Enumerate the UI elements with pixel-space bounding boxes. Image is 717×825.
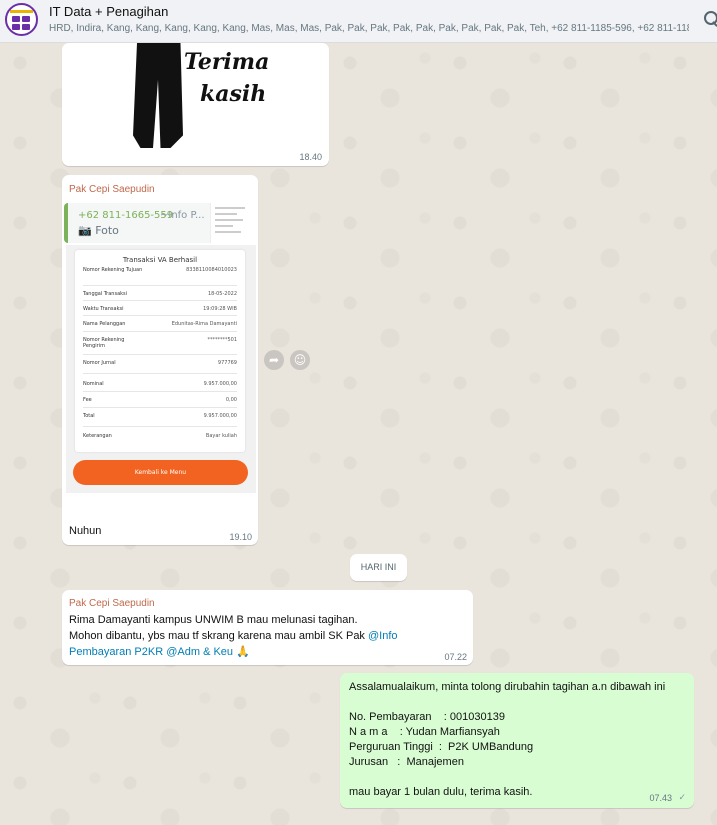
receipt-label: Fee — [83, 397, 92, 403]
receipt-value: 18-05-2022 — [207, 291, 237, 297]
mention-link[interactable]: @Info — [368, 630, 398, 642]
receipt-value: 9.957.000,00 — [203, 413, 237, 419]
receipt-image[interactable]: Transaksi VA Berhasil Nomor Rekening Tuj… — [66, 245, 256, 493]
receipt-value: 19:09:28 WIB — [203, 306, 237, 312]
receipt-label: Keterangan — [83, 433, 112, 439]
message-time: 18.40 — [299, 152, 322, 162]
message-line: Rima Damayanti kampus UNWIM B mau meluna… — [69, 614, 358, 626]
sticker-text: kasih — [200, 81, 267, 107]
message-line: mau bayar 1 bulan dulu, terima kasih. — [349, 786, 533, 798]
receipt-title: Transaksi VA Berhasil — [122, 256, 198, 264]
sender-name[interactable]: Pak Cepi Saepudin — [69, 598, 155, 609]
thumb-line — [215, 225, 233, 227]
mention-link[interactable]: @Adm & Keu — [166, 646, 233, 658]
message-line: Pembayaran P2KR @Adm & Keu 🙏 — [69, 644, 250, 660]
chat-header[interactable]: IT Data + Penagihan HRD, Indira, Kang, K… — [0, 0, 717, 43]
receipt-divider — [83, 331, 237, 332]
sent-check-icon: ✓ — [678, 792, 686, 802]
receipt-divider — [83, 373, 237, 374]
outgoing-message[interactable]: Assalamualaikum, minta tolong dirubahin … — [340, 673, 694, 808]
message-line: No. Pembayaran : 001030139 — [349, 711, 505, 723]
receipt-value: 977769 — [217, 360, 237, 366]
receipt-value: Bayar kuliah — [205, 433, 237, 439]
avatar-cell — [12, 24, 20, 30]
message-time: 19.10 — [229, 532, 252, 542]
receipt-value: ********501 — [207, 337, 237, 343]
quote-sender-name: ~Info P... — [160, 210, 205, 221]
receipt-card: Transaksi VA Berhasil Nomor Rekening Tuj… — [75, 250, 245, 452]
receipt-divider — [83, 391, 237, 392]
message-caption: Nuhun — [69, 525, 102, 537]
receipt-label: Nomor Rekening Pengirim — [83, 337, 125, 349]
quote-label: 📷 Foto — [78, 224, 119, 237]
receipt-divider — [83, 407, 237, 408]
receipt-label: Nama Pelanggan — [83, 321, 126, 327]
group-avatar[interactable] — [5, 3, 38, 36]
message-time: 07.22 — [444, 652, 467, 662]
incoming-message[interactable]: Pak Cepi Saepudin Rima Damayanti kampus … — [62, 590, 473, 665]
avatar-cell — [22, 24, 30, 30]
avatar-band — [10, 10, 33, 13]
receipt-divider — [83, 300, 237, 301]
receipt-label: Tanggal Transaksi — [83, 291, 128, 297]
receipt-label: Waktu Transaksi — [83, 306, 124, 312]
thumb-line — [215, 219, 243, 221]
avatar-cell — [22, 16, 30, 22]
receipt-label: Nomor Rekening Tujuan — [83, 267, 143, 273]
thumb-line — [215, 213, 237, 215]
pray-emoji: 🙏 — [236, 646, 250, 658]
message-time: 07.43 — [649, 793, 672, 803]
receipt-label: Total — [83, 413, 95, 419]
group-members[interactable]: HRD, Indira, Kang, Kang, Kang, Kang, Kan… — [49, 23, 689, 34]
quote-thumbnail — [210, 203, 256, 243]
group-title[interactable]: IT Data + Penagihan — [49, 4, 168, 19]
thumb-line — [215, 231, 241, 233]
quote-sender: +62 811-1665-559 — [78, 210, 174, 221]
receipt-divider — [83, 315, 237, 316]
emoji-icon[interactable]: ☺ — [290, 350, 310, 370]
receipt-divider — [83, 426, 237, 427]
receipt-value: 0,00 — [225, 397, 237, 403]
message-line: N a m a : Yudan Marfiansyah — [349, 726, 500, 738]
message-line: Perguruan Tinggi : P2K UMBandung — [349, 741, 534, 753]
message-line: Mohon dibantu, ybs mau tf skrang karena … — [69, 628, 398, 644]
receipt-label: Nomor Jurnal — [83, 360, 116, 366]
day-divider: HARI INI — [350, 554, 407, 581]
receipt-divider — [83, 354, 237, 355]
mention-link[interactable]: Pembayaran P2KR — [69, 646, 163, 658]
camera-icon: 📷 — [78, 224, 96, 237]
receipt-value: Edunitas-Rima Damayanti — [171, 321, 237, 327]
receipt-value: 9.957.000,00 — [203, 381, 237, 387]
search-icon[interactable] — [703, 9, 717, 27]
sender-name[interactable]: Pak Cepi Saepudin — [69, 184, 155, 195]
message-line: Jurusan : Manajemen — [349, 756, 464, 768]
message-text: Mohon dibantu, ybs mau tf skrang karena … — [69, 630, 368, 642]
thumb-line — [215, 207, 245, 209]
receipt-back-button: Kembali ke Menu — [73, 460, 248, 485]
forward-icon[interactable]: ➦ — [264, 350, 284, 370]
message-line: Assalamualaikum, minta tolong dirubahin … — [349, 681, 666, 693]
receipt-value: 8338110084010023 — [186, 267, 237, 273]
quote-type: Foto — [95, 224, 119, 237]
avatar-cell — [12, 16, 20, 22]
receipt-label: Nominal — [83, 381, 104, 387]
receipt-divider — [83, 285, 237, 286]
sticker-text: Terima — [184, 49, 270, 75]
quoted-message[interactable]: +62 811-1665-559 ~Info P... 📷 Foto — [64, 203, 256, 243]
